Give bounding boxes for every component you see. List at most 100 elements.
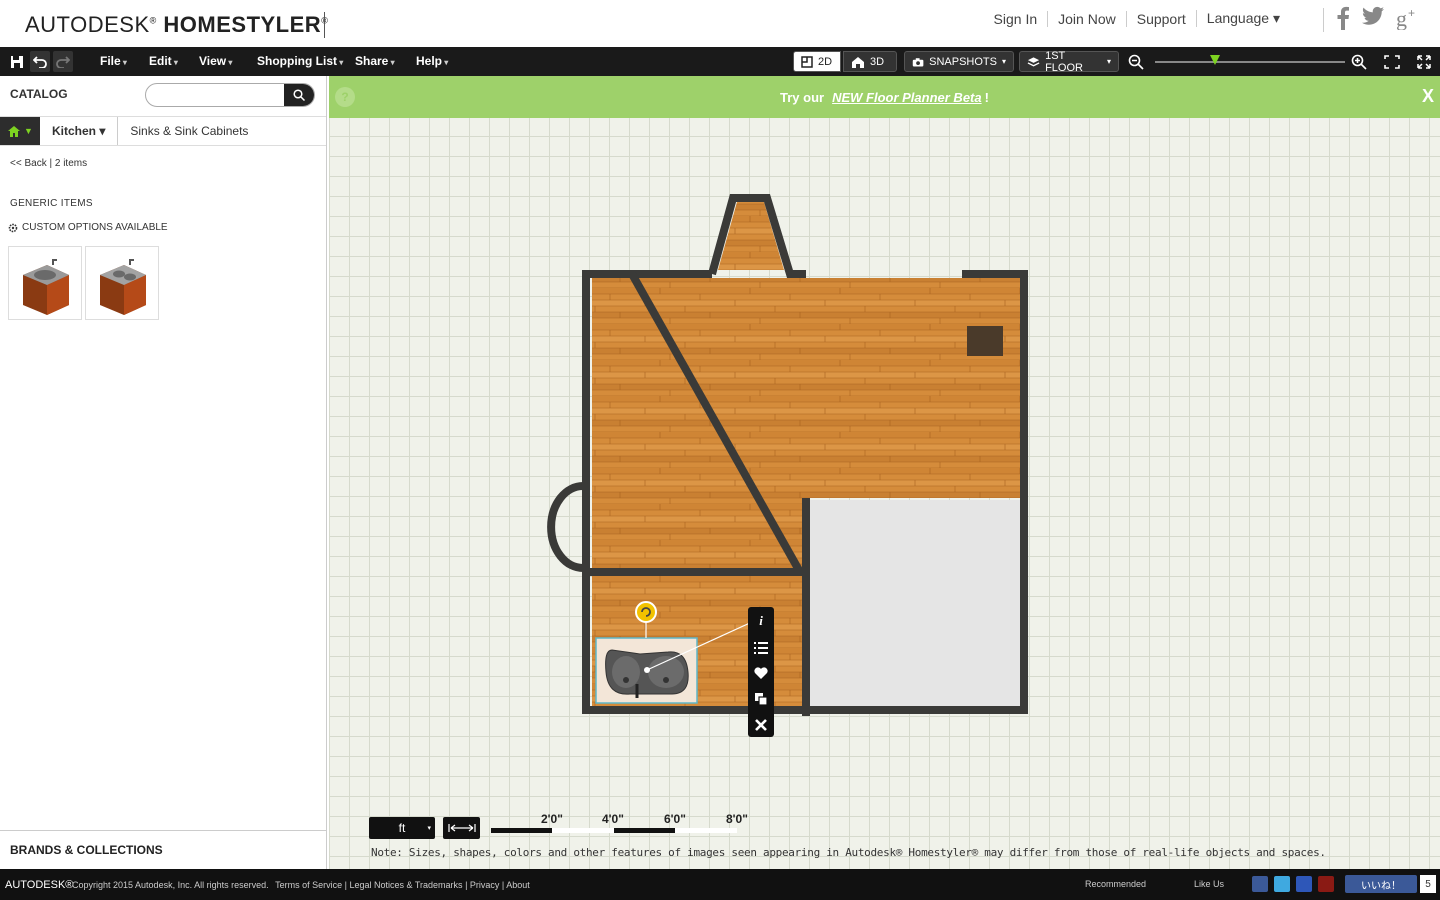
banner-suffix: ! (984, 89, 989, 105)
generic-items-heading: GENERIC ITEMS (10, 198, 93, 209)
unit-selector[interactable]: ft ▾ (369, 817, 435, 839)
svg-text:g: g (1396, 6, 1407, 30)
fullscreen-icon[interactable] (1414, 51, 1434, 72)
main-toolbar: File Edit View Shopping List Share Help … (0, 47, 1440, 76)
autodesk-homestyler-logo[interactable]: AUTODESK® HOMESTYLER® (25, 12, 328, 38)
floorplan-canvas[interactable]: ? Try our NEW Floor Planner Beta ! X (329, 76, 1440, 869)
home-icon (8, 126, 21, 137)
beta-promo-banner: ? Try our NEW Floor Planner Beta ! X (329, 76, 1440, 118)
footer-autodesk-logo[interactable]: AUTODESK® (0, 879, 73, 891)
list-icon[interactable] (754, 642, 768, 655)
save-icon[interactable] (7, 51, 27, 72)
unit-label: ft (398, 821, 406, 835)
ruler-icon (447, 824, 476, 832)
logo-light-text: AUTODESK (25, 12, 150, 37)
facebook-icon[interactable] (1252, 876, 1268, 892)
layers-icon (1027, 56, 1040, 66)
banner-close-button[interactable]: X (1422, 86, 1434, 107)
back-link[interactable]: << Back (10, 158, 47, 169)
banner-prefix: Try our (780, 89, 825, 105)
zoom-slider-track[interactable] (1155, 61, 1345, 63)
view-3d-label: 3D (870, 55, 885, 68)
like-count: 5 (1420, 875, 1436, 893)
search-button[interactable] (284, 84, 314, 106)
legal-link[interactable]: Legal Notices & Trademarks (350, 880, 463, 890)
terms-link[interactable]: Terms of Service (275, 880, 342, 890)
scale-label-2ft: 2'0" (541, 812, 563, 826)
account-links: Sign In Join Now Support Language ▾ (984, 10, 1290, 27)
search-icon (293, 89, 305, 101)
duplicate-icon[interactable] (754, 692, 768, 706)
share-menu[interactable]: Share (355, 54, 395, 68)
object-context-toolbar: i (748, 607, 774, 737)
twitter-icon[interactable] (1274, 876, 1290, 892)
facebook-like-button[interactable]: いいね！ (1345, 875, 1417, 893)
footer-social (1252, 876, 1334, 892)
about-link[interactable]: About (506, 880, 530, 890)
catalog-item-sink-cabinet-2[interactable] (85, 246, 159, 320)
svg-text:+: + (1408, 6, 1415, 20)
view-menu[interactable]: View (199, 54, 232, 68)
support-link[interactable]: Support (1125, 10, 1196, 27)
file-menu[interactable]: File (100, 54, 127, 68)
catalog-title: CATALOG (10, 87, 68, 101)
breadcrumb-kitchen[interactable]: Kitchen ▾ (40, 117, 117, 145)
join-now-link[interactable]: Join Now (1047, 10, 1126, 27)
delete-icon[interactable] (755, 718, 767, 731)
floorplan-2d-icon (801, 55, 813, 68)
chevron-down-icon: ▼ (24, 126, 33, 136)
sink-cabinet-thumbnail (100, 259, 146, 315)
zoom-out-icon[interactable] (1126, 51, 1146, 72)
undo-icon[interactable] (30, 51, 50, 72)
home-category-button[interactable]: ▼ (0, 117, 40, 145)
view-3d-button[interactable]: 3D (843, 51, 897, 72)
catalog-search (145, 83, 315, 107)
twitter-icon[interactable] (1362, 6, 1384, 26)
catalog-sidebar: CATALOG ▼ Kitchen ▾ Sinks & Sink Cabinet… (0, 76, 327, 869)
catalog-search-input[interactable] (146, 84, 286, 106)
house-3d-icon (852, 56, 864, 68)
footer-links: Copyright 2015 Autodesk, Inc. All rights… (72, 880, 530, 890)
view-2d-button[interactable]: 2D (793, 51, 841, 72)
google-plus-icon[interactable]: g + (1396, 6, 1420, 30)
top-header: AUTODESK® HOMESTYLER® Sign In Join Now S… (0, 0, 1440, 47)
camera-icon (912, 57, 924, 67)
youtube-icon[interactable] (1318, 876, 1334, 892)
fit-view-icon[interactable] (1382, 51, 1402, 72)
language-dropdown[interactable]: Language ▾ (1195, 10, 1290, 27)
floor-planner-beta-link[interactable]: NEW Floor Planner Beta (832, 90, 982, 105)
social-links: g + (1323, 6, 1420, 32)
page-footer: AUTODESK® Copyright 2015 Autodesk, Inc. … (0, 869, 1440, 900)
help-icon[interactable]: ? (335, 87, 355, 107)
scale-label-4ft: 4'0" (602, 812, 624, 826)
snapshots-label: SNAPSHOTS (929, 55, 997, 68)
like-us-label: Like Us (1194, 879, 1225, 889)
edit-menu[interactable]: Edit (149, 54, 178, 68)
zoom-in-icon[interactable] (1349, 51, 1369, 72)
floor-label: 1ST FLOOR (1045, 49, 1083, 74)
help-menu[interactable]: Help (416, 54, 448, 68)
custom-options-label: CUSTOM OPTIONS AVAILABLE (22, 222, 168, 233)
shopping-list-menu[interactable]: Shopping List (257, 54, 343, 68)
redo-icon[interactable] (53, 51, 73, 72)
brands-collections-section[interactable]: BRANDS & COLLECTIONS (0, 830, 326, 868)
sink-cabinet-thumbnail (23, 259, 69, 315)
recommended-label[interactable]: Recommended (1085, 879, 1146, 889)
scale-label-8ft: 8'0" (726, 812, 748, 826)
facebook-icon[interactable] (1336, 6, 1350, 30)
back-row: << Back | 2 items (10, 158, 87, 169)
catalog-item-sink-cabinet-1[interactable] (8, 246, 82, 320)
measure-tool-button[interactable] (443, 817, 480, 839)
zoom-slider-thumb[interactable] (1210, 55, 1220, 65)
sign-in-link[interactable]: Sign In (984, 11, 1048, 27)
flickr-icon[interactable] (1296, 876, 1312, 892)
info-icon[interactable]: i (759, 613, 763, 629)
logo-bold-text: HOMESTYLER (163, 12, 322, 37)
breadcrumb-sinks[interactable]: Sinks & Sink Cabinets (117, 117, 260, 145)
snapshots-button[interactable]: SNAPSHOTS ▾ (904, 51, 1014, 72)
privacy-link[interactable]: Privacy (470, 880, 500, 890)
heart-icon[interactable] (754, 667, 768, 679)
floor-selector[interactable]: 1ST FLOOR ▾ (1019, 49, 1119, 74)
social-separator (1323, 8, 1324, 32)
scale-label-6ft: 6'0" (664, 812, 686, 826)
